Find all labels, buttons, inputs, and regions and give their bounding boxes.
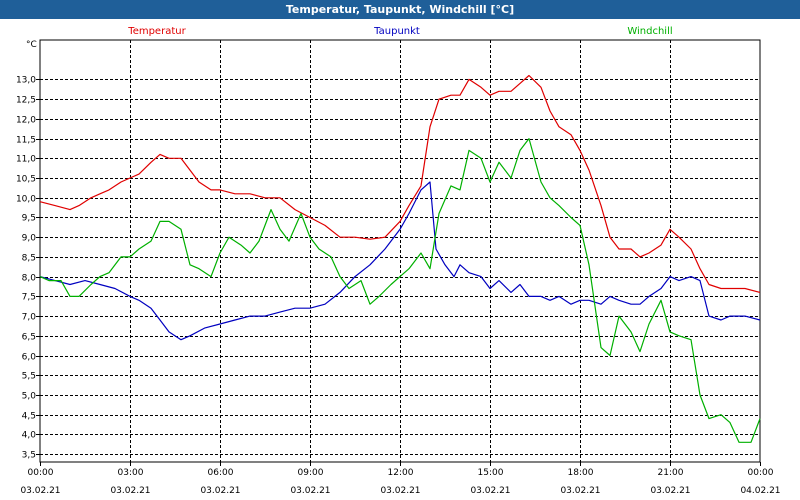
line-chart: 3,5 4,0 4,5 5,0 5,5 6,0 6,5 7,0 7,5 8,0 8,5 9,0 9,5 1… <box>0 19 800 500</box>
x-tick-time-label: 00:00 <box>28 468 54 478</box>
y-tick-label: 9,5 <box>22 214 36 224</box>
x-tick-time-label: 03:00 <box>118 468 144 478</box>
y-tick-label: 9,0 <box>22 234 37 244</box>
legend-temperatur: Temperatur <box>127 26 186 37</box>
x-tick-date-label: 03.02.21 <box>380 486 420 496</box>
y-tick-label: 10,0 <box>16 195 36 205</box>
x-tick-date-label: 03.02.21 <box>560 486 600 496</box>
y-axis-unit-label: °C <box>26 40 37 50</box>
chart-window: Temperatur, Taupunkt, Windchill [°C] 3,5… <box>0 0 800 500</box>
window-title: Temperatur, Taupunkt, Windchill [°C] <box>0 0 800 19</box>
x-tick-time-label: 15:00 <box>478 468 504 478</box>
y-tick-label: 3,5 <box>22 451 36 461</box>
x-tick-date-label: 03.02.21 <box>650 486 690 496</box>
y-tick-label: 13,0 <box>16 76 36 86</box>
y-tick-label: 12,0 <box>16 116 36 126</box>
legend-taupunkt: Taupunkt <box>373 26 420 37</box>
x-tick-date-label: 03.02.21 <box>290 486 330 496</box>
x-tick-time-label: 09:00 <box>298 468 324 478</box>
y-tick-label: 7,0 <box>22 313 37 323</box>
y-tick-label: 6,5 <box>22 333 36 343</box>
y-tick-label: 11,0 <box>16 155 36 165</box>
y-tick-label: 4,0 <box>22 431 37 441</box>
y-tick-label: 7,5 <box>22 293 36 303</box>
x-tick-time-label: 00:00 <box>748 468 774 478</box>
x-tick-date-label: 03.02.21 <box>110 486 150 496</box>
y-tick-label: 5,5 <box>22 372 36 382</box>
legend-windchill: Windchill <box>627 26 672 37</box>
y-tick-label: 12,5 <box>16 96 36 106</box>
y-tick-label: 6,0 <box>22 353 37 363</box>
y-tick-label: 10,5 <box>16 175 36 185</box>
x-tick-time-label: 06:00 <box>208 468 234 478</box>
y-tick-label: 11,5 <box>16 136 36 146</box>
y-tick-label: 4,5 <box>22 412 36 422</box>
y-tick-label: 5,0 <box>22 392 37 402</box>
x-tick-date-label: 04.02.21 <box>740 486 780 496</box>
x-tick-date-label: 03.02.21 <box>200 486 240 496</box>
y-tick-label: 8,5 <box>22 254 36 264</box>
x-tick-time-label: 12:00 <box>388 468 414 478</box>
x-tick-date-label: 03.02.21 <box>470 486 510 496</box>
x-tick-time-label: 21:00 <box>658 468 684 478</box>
x-tick-time-label: 18:00 <box>568 468 594 478</box>
y-tick-label: 8,0 <box>22 274 37 284</box>
x-tick-date-label: 03.02.21 <box>20 486 60 496</box>
